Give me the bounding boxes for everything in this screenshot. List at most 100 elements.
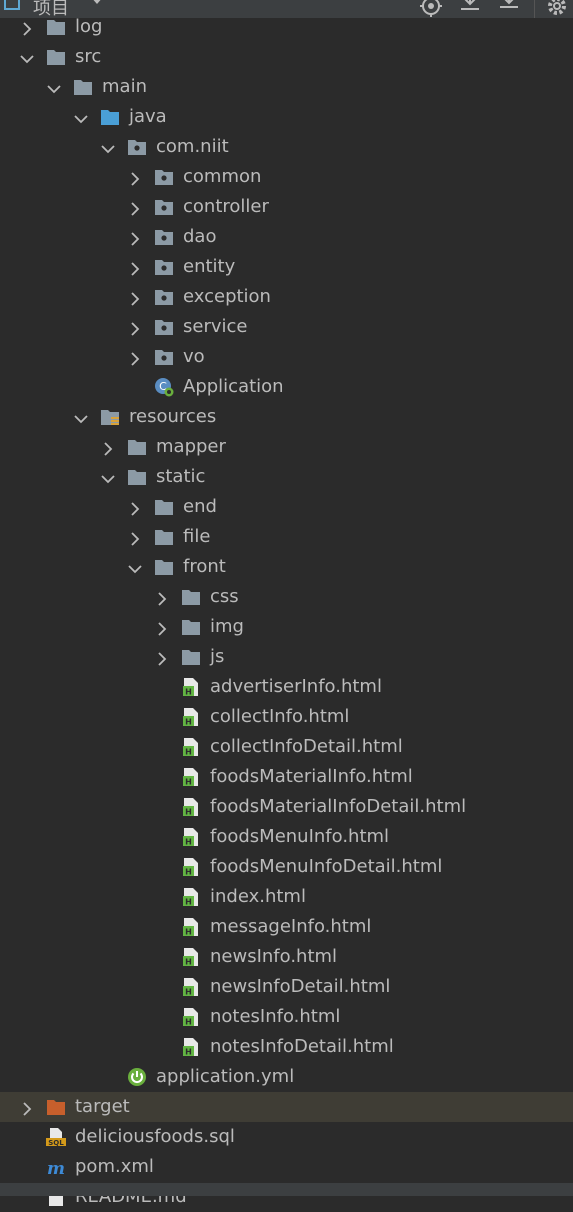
tree-row[interactable]: vo — [0, 342, 573, 372]
project-title[interactable]: 项目 — [33, 0, 69, 18]
chevron-right-icon[interactable] — [20, 1100, 34, 1116]
spring-class-icon: C — [154, 377, 174, 397]
tree-row[interactable]: java — [0, 102, 573, 132]
tree-row[interactable]: src — [0, 42, 573, 72]
tree-row[interactable]: resources — [0, 402, 573, 432]
tree-item-label: js — [210, 646, 225, 667]
folder-icon — [46, 47, 66, 67]
tree-row[interactable]: HfoodsMenuInfo.html — [0, 822, 573, 852]
html-file-icon: H — [181, 827, 201, 847]
svg-text:m: m — [47, 1159, 65, 1177]
tree-row[interactable]: entity — [0, 252, 573, 282]
tree-item-label: front — [183, 556, 226, 577]
svg-text:H: H — [185, 988, 192, 997]
tree-row[interactable]: HmessageInfo.html — [0, 912, 573, 942]
tree-row[interactable]: HnotesInfo.html — [0, 1002, 573, 1032]
html-file-icon: H — [181, 707, 201, 727]
tree-row[interactable]: target — [0, 1092, 573, 1122]
chevron-down-icon[interactable] — [47, 80, 61, 94]
chevron-down-icon[interactable] — [74, 110, 88, 124]
folder-icon — [181, 587, 201, 607]
tree-row[interactable]: SQL deliciousfoods.sql — [0, 1122, 573, 1152]
package-icon — [154, 197, 174, 217]
tree-row[interactable]: C Application — [0, 372, 573, 402]
package-icon — [154, 167, 174, 187]
chevron-right-icon[interactable] — [128, 260, 142, 276]
folder-icon — [46, 17, 66, 37]
tree-item-label: pom.xml — [75, 1156, 154, 1177]
tree-row[interactable]: service — [0, 312, 573, 342]
tree-row[interactable]: application.yml — [0, 1062, 573, 1092]
folder-icon — [127, 437, 147, 457]
chevron-right-icon[interactable] — [20, 20, 34, 36]
collapse-all-icon[interactable] — [497, 0, 521, 18]
package-icon — [154, 227, 174, 247]
tree-row[interactable]: static — [0, 462, 573, 492]
chevron-down-icon[interactable] — [90, 0, 104, 4]
tree-row[interactable]: HnewsInfo.html — [0, 942, 573, 972]
tree-item-label: advertiserInfo.html — [210, 676, 382, 697]
chevron-down-icon[interactable] — [20, 50, 34, 64]
chevron-right-icon[interactable] — [128, 170, 142, 186]
chevron-right-icon[interactable] — [101, 440, 115, 456]
tree-row[interactable]: dao — [0, 222, 573, 252]
tree-row[interactable]: HadvertiserInfo.html — [0, 672, 573, 702]
tree-row[interactable]: js — [0, 642, 573, 672]
chevron-right-icon[interactable] — [128, 530, 142, 546]
tree-item-label: common — [183, 166, 262, 187]
chevron-right-icon[interactable] — [155, 650, 169, 666]
tree-row[interactable]: file — [0, 522, 573, 552]
expand-all-icon[interactable] — [458, 0, 482, 18]
tree-row[interactable]: HnotesInfoDetail.html — [0, 1032, 573, 1062]
html-file-icon: H — [181, 677, 201, 697]
tree-row[interactable]: com.niit — [0, 132, 573, 162]
tree-row[interactable]: m pom.xml — [0, 1152, 573, 1182]
tree-item-label: notesInfoDetail.html — [210, 1036, 394, 1057]
html-file-icon: H — [181, 857, 201, 877]
gear-icon[interactable] — [545, 0, 569, 18]
tree-row[interactable]: HfoodsMaterialInfoDetail.html — [0, 792, 573, 822]
chevron-right-icon[interactable] — [128, 350, 142, 366]
chevron-right-icon[interactable] — [155, 590, 169, 606]
tree-row[interactable]: img — [0, 612, 573, 642]
chevron-right-icon[interactable] — [155, 620, 169, 636]
tree-row[interactable]: mapper — [0, 432, 573, 462]
chevron-right-icon[interactable] — [128, 230, 142, 246]
folder-icon — [154, 497, 174, 517]
chevron-right-icon[interactable] — [128, 290, 142, 306]
tree-row[interactable]: exception — [0, 282, 573, 312]
tree-row[interactable]: HfoodsMaterialInfo.html — [0, 762, 573, 792]
chevron-right-icon[interactable] — [128, 500, 142, 516]
html-file-icon: H — [181, 1007, 201, 1027]
tree-row[interactable]: common — [0, 162, 573, 192]
tree-row[interactable]: HfoodsMenuInfoDetail.html — [0, 852, 573, 882]
locate-icon[interactable] — [419, 0, 443, 18]
package-icon — [154, 347, 174, 367]
chevron-down-icon[interactable] — [101, 140, 115, 154]
tree-row[interactable]: HcollectInfo.html — [0, 702, 573, 732]
tree-row[interactable]: HcollectInfoDetail.html — [0, 732, 573, 762]
tree-item-label: controller — [183, 196, 269, 217]
chevron-down-icon[interactable] — [74, 410, 88, 424]
tree-item-label: file — [183, 526, 211, 547]
tree-item-label: entity — [183, 256, 236, 277]
tree-item-label: Application — [183, 376, 284, 397]
tree-item-label: application.yml — [156, 1066, 295, 1087]
svg-text:H: H — [185, 808, 192, 817]
tree-row[interactable]: HnewsInfoDetail.html — [0, 972, 573, 1002]
tree-row[interactable]: css — [0, 582, 573, 612]
html-file-icon: H — [181, 737, 201, 757]
tree-item-label: com.niit — [156, 136, 229, 157]
svg-text:H: H — [185, 958, 192, 967]
tree-row[interactable]: end — [0, 492, 573, 522]
tree-row[interactable]: controller — [0, 192, 573, 222]
svg-text:H: H — [185, 838, 192, 847]
tree-row[interactable]: Hindex.html — [0, 882, 573, 912]
tree-row[interactable]: front — [0, 552, 573, 582]
chevron-right-icon[interactable] — [128, 200, 142, 216]
chevron-right-icon[interactable] — [128, 320, 142, 336]
chevron-down-icon[interactable] — [128, 560, 142, 574]
tree-item-label: newsInfo.html — [210, 946, 338, 967]
chevron-down-icon[interactable] — [101, 470, 115, 484]
tree-row[interactable]: main — [0, 72, 573, 102]
